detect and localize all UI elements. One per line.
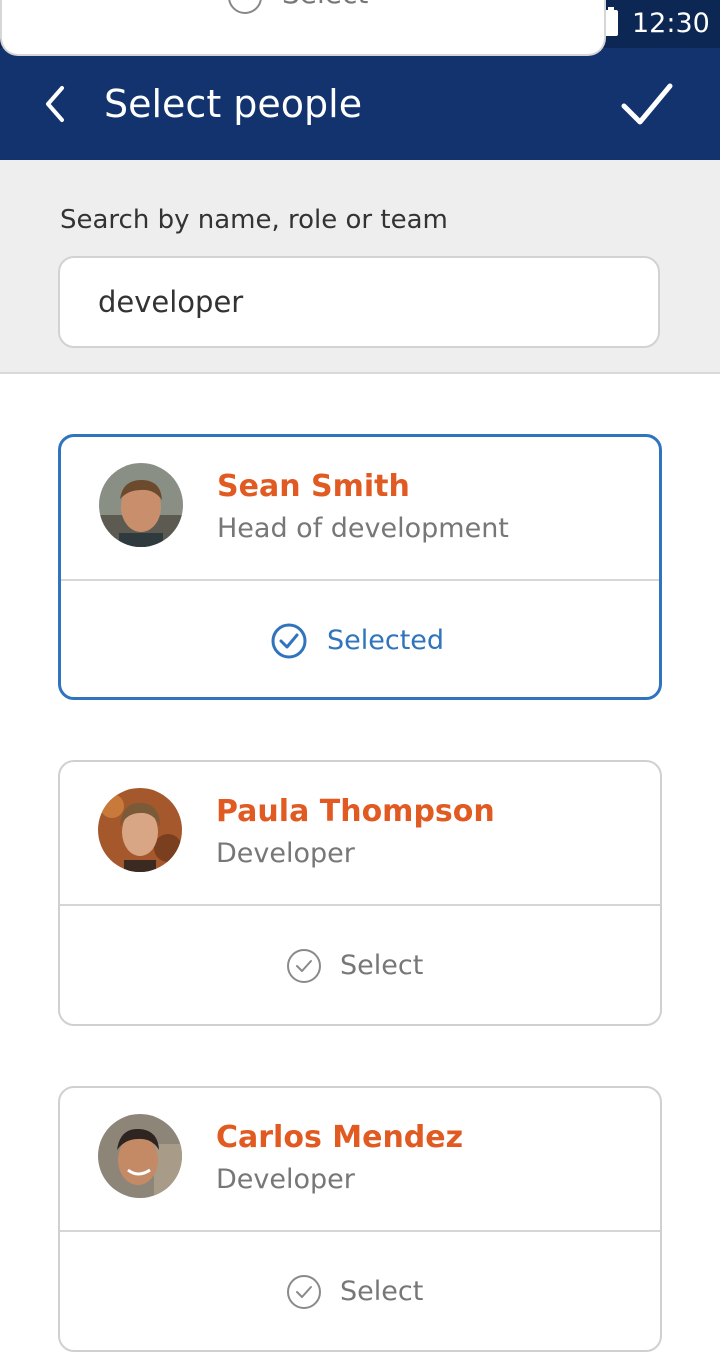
person-role: Developer <box>216 1164 355 1195</box>
checkmark-icon <box>621 83 673 125</box>
person-role: Developer <box>216 838 355 869</box>
person-card-paula-thompson[interactable]: Paula Thompson Developer Select <box>58 760 662 1026</box>
person-name: Sean Smith <box>217 469 410 504</box>
person-card-carlos-mendez[interactable]: Carlos Mendez Developer Select <box>58 1086 662 1352</box>
check-circle-icon <box>287 1275 321 1309</box>
selected-label: Selected <box>327 625 445 656</box>
confirm-button[interactable] <box>614 74 678 134</box>
avatar <box>98 1114 182 1198</box>
page-title: Select people <box>104 82 363 126</box>
search-label: Search by name, role or team <box>60 205 448 235</box>
select-button[interactable]: Select <box>60 1232 660 1350</box>
avatar <box>98 788 182 872</box>
person-name: Paula Thompson <box>216 794 495 829</box>
background-sheet: Select <box>0 0 606 56</box>
background-select-label: Select <box>282 0 368 12</box>
person-name: Carlos Mendez <box>216 1120 464 1155</box>
search-input[interactable] <box>98 280 618 324</box>
chevron-left-icon <box>46 86 64 122</box>
search-box <box>58 256 660 348</box>
select-button[interactable]: Select <box>60 906 660 1024</box>
avatar <box>99 463 183 547</box>
status-time: 12:30 <box>632 8 710 39</box>
check-circle-filled-icon <box>271 623 307 659</box>
battery-icon <box>604 7 618 36</box>
person-role: Head of development <box>217 513 509 544</box>
back-button[interactable] <box>36 76 82 132</box>
search-section: Search by name, role or team <box>0 160 720 374</box>
selected-button[interactable]: Selected <box>61 581 659 697</box>
select-label: Select <box>340 950 424 981</box>
app-bar: Select people <box>0 48 720 160</box>
check-circle-icon <box>287 949 321 983</box>
select-label: Select <box>340 1276 424 1307</box>
check-circle-icon <box>228 0 262 14</box>
person-card-sean-smith[interactable]: Sean Smith Head of development Selected <box>58 434 662 700</box>
